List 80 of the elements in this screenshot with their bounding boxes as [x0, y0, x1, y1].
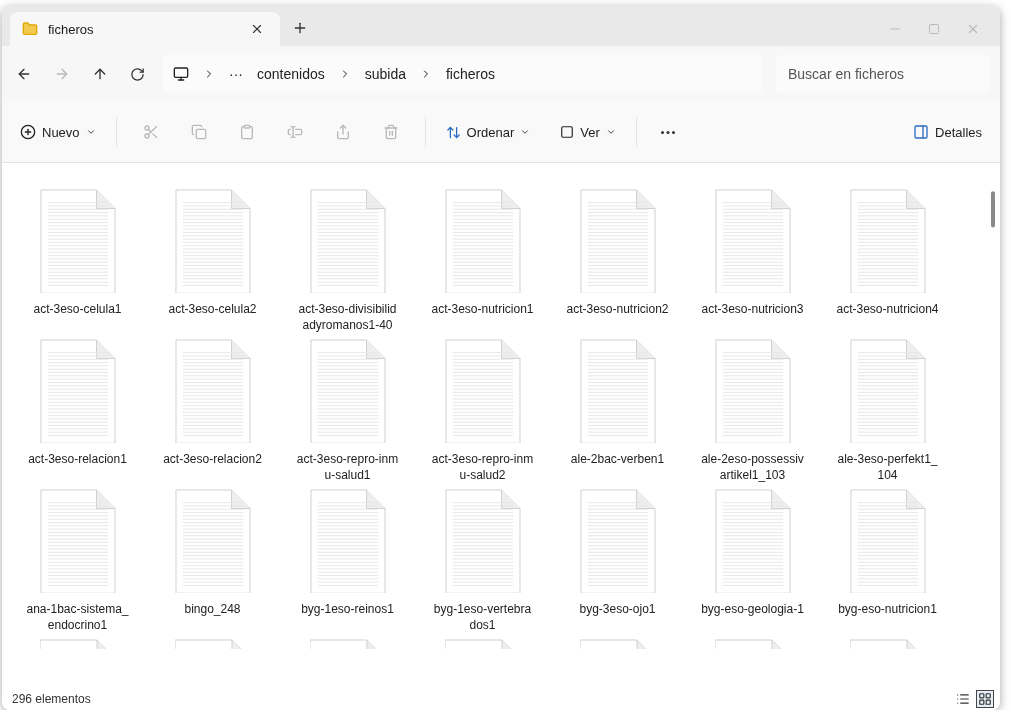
document-icon — [579, 339, 656, 443]
monitor-icon — [173, 66, 189, 82]
file-name[interactable]: act-3eso-nutricion2 — [565, 301, 670, 317]
sort-arrows-icon — [445, 124, 461, 140]
breadcrumb-item[interactable]: subida — [364, 66, 406, 82]
breadcrumb-item[interactable]: ficheros — [446, 66, 495, 82]
file-name[interactable]: bingo_248 — [160, 601, 265, 617]
details-pane-icon — [913, 124, 930, 140]
refresh-icon — [130, 66, 145, 82]
list-icon — [956, 692, 970, 706]
document-icon — [174, 339, 251, 443]
document-icon — [39, 489, 116, 593]
file-name[interactable]: act-3eso-nutricion4 — [835, 301, 940, 317]
tiles-view-button[interactable] — [976, 690, 994, 708]
file-name[interactable]: act-3eso-repro-inmu-salud2 — [430, 451, 535, 483]
document-icon — [849, 339, 926, 443]
plus-icon — [292, 20, 308, 36]
maximize-icon — [928, 23, 940, 35]
file-name[interactable]: byg-3eso-ojo1 — [565, 601, 670, 617]
file-name[interactable]: act-3eso-divisibilidadyromanos1-40 — [295, 301, 400, 333]
document-icon — [39, 339, 116, 443]
file-name[interactable]: byg-eso-geologia-1 — [700, 601, 805, 617]
file-name[interactable]: ale-2bac-verben1 — [565, 451, 670, 467]
caret-icon — [85, 127, 96, 137]
folder-icon — [22, 21, 38, 37]
document-icon — [174, 189, 251, 293]
sort-button[interactable]: Ordenar — [437, 118, 539, 146]
new-button[interactable]: Nuevo — [12, 118, 104, 146]
folder-tab[interactable]: ficheros — [10, 12, 280, 46]
text-cursor-icon — [286, 124, 303, 140]
document-icon — [849, 489, 926, 593]
file-name[interactable]: act-3eso-relacion1 — [25, 451, 130, 467]
address-bar[interactable]: ··· contenidos subida ficheros — [163, 55, 762, 93]
file-name[interactable]: byg-eso-nutricion1 — [835, 601, 940, 617]
file-name[interactable]: act-3eso-relacion2 — [160, 451, 265, 467]
file-name[interactable]: ale-3eso-perfekt1_104 — [835, 451, 940, 483]
search-field[interactable]: Buscar en ficheros — [776, 55, 990, 93]
share-icon — [334, 124, 351, 140]
document-icon — [174, 489, 251, 593]
square-icon — [560, 125, 575, 139]
file-name[interactable]: act-3eso-celula1 — [25, 301, 130, 317]
plus-icon — [20, 124, 36, 140]
close-icon — [250, 22, 264, 36]
document-icon — [444, 489, 521, 593]
view-button[interactable]: Ver — [552, 118, 624, 146]
file-name[interactable]: ana-1bac-sistema_endocrino1 — [25, 601, 130, 633]
document-icon — [444, 339, 521, 443]
copy-icon — [190, 124, 207, 140]
caret-icon — [520, 127, 531, 137]
details-button[interactable]: Detalles — [905, 118, 990, 146]
document-icon — [714, 339, 791, 443]
document-icon — [714, 489, 791, 593]
file-name[interactable]: act-3eso-nutricion1 — [430, 301, 535, 317]
item-count: 296 elementos — [12, 692, 92, 706]
caret-icon — [605, 127, 616, 137]
document-icon — [849, 189, 926, 293]
document-icon — [39, 189, 116, 293]
document-icon — [309, 189, 386, 293]
breadcrumb-overflow[interactable]: ··· — [229, 66, 243, 82]
document-icon — [309, 489, 386, 593]
more-icon — [660, 130, 675, 134]
tab-title: ficheros — [48, 21, 95, 37]
document-icon — [309, 339, 386, 443]
file-name[interactable]: act-3eso-celula2 — [160, 301, 265, 317]
forward-arrow-icon — [54, 66, 70, 82]
breadcrumb-item[interactable]: contenidos — [257, 66, 325, 82]
file-name[interactable]: ale-2eso-possessivartikel1_103 — [700, 451, 805, 483]
file-name[interactable]: act-3eso-repro-inmu-salud1 — [295, 451, 400, 483]
file-name[interactable]: byg-1eso-vertebrados1 — [430, 601, 535, 633]
close-icon — [966, 22, 980, 36]
file-name[interactable]: byg-1eso-reinos1 — [295, 601, 400, 617]
clipboard-icon — [238, 124, 255, 140]
scissors-icon — [142, 124, 159, 140]
document-icon — [579, 189, 656, 293]
trash-icon — [382, 124, 399, 140]
document-icon — [579, 489, 656, 593]
file-name[interactable]: act-3eso-nutricion3 — [700, 301, 805, 317]
document-icon — [444, 189, 521, 293]
document-icon — [714, 189, 791, 293]
grid-icon — [978, 692, 992, 706]
